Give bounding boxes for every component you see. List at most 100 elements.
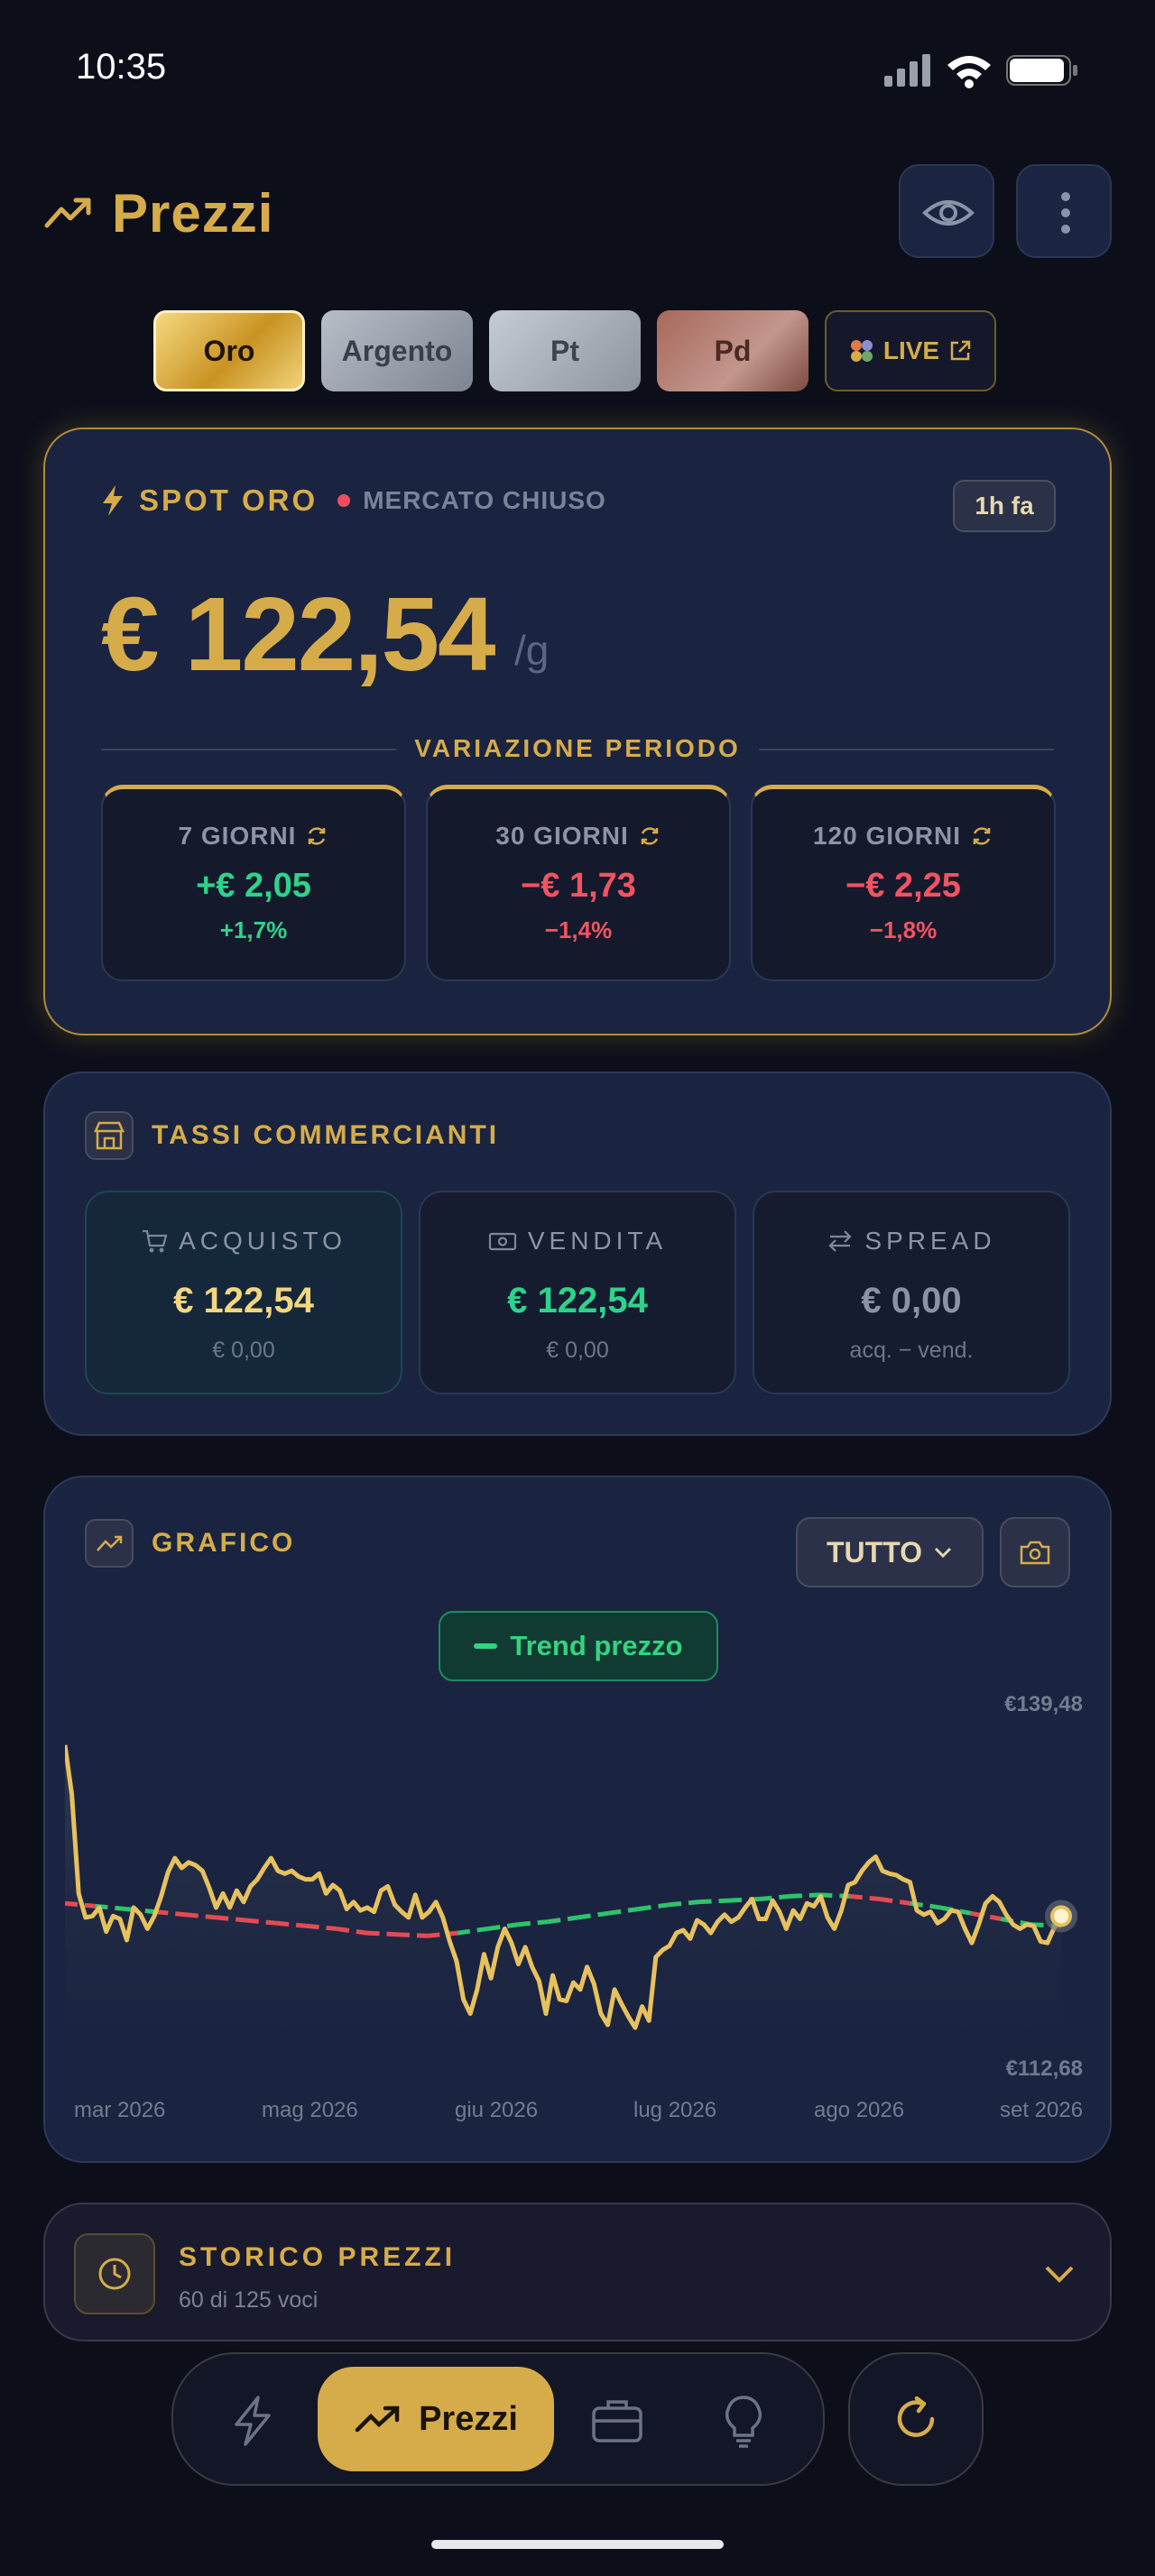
bottom-nav: Prezzi xyxy=(171,2352,825,2486)
trend-line-segment xyxy=(607,1907,639,1916)
trend-line-segment xyxy=(638,1902,670,1911)
price-unit: /g xyxy=(514,627,550,674)
swap-icon xyxy=(828,1230,852,1252)
range-dropdown[interactable]: TUTTO xyxy=(796,1517,984,1587)
spot-price: € 122,54 xyxy=(101,575,496,693)
spread-value: € 0,00 xyxy=(861,1281,962,1320)
period-pct: −1,4% xyxy=(544,916,613,943)
cart-icon xyxy=(143,1229,168,1253)
metal-tab-argento[interactable]: Argento xyxy=(321,310,473,391)
wifi-icon xyxy=(947,56,991,88)
period-30d[interactable]: 30 GIORNI −€ 1,73 −1,4% xyxy=(426,785,731,981)
rate-label: ACQUISTO xyxy=(179,1227,346,1255)
variation-label: VARIAZIONE PERIODO xyxy=(396,734,759,763)
period-label: 30 GIORNI xyxy=(495,822,629,850)
status-time: 10:35 xyxy=(76,47,167,87)
visibility-button[interactable] xyxy=(899,164,994,258)
sell-sub: € 0,00 xyxy=(546,1338,609,1363)
live-button[interactable]: LIVE xyxy=(825,310,996,391)
store-icon xyxy=(85,1111,134,1160)
external-link-icon xyxy=(950,340,971,361)
trend-line-segment xyxy=(668,1900,699,1908)
section-title: TASSI COMMERCIANTI xyxy=(152,1120,500,1150)
metal-tab-pd[interactable]: Pd xyxy=(657,310,808,391)
sell-rate: VENDITA € 122,54 € 0,00 xyxy=(419,1191,736,1394)
current-point xyxy=(1050,1905,1072,1927)
period-value: +€ 2,05 xyxy=(196,867,311,905)
metal-tab-oro[interactable]: Oro xyxy=(153,310,305,391)
period-120d[interactable]: 120 GIORNI −€ 2,25 −1,8% xyxy=(751,785,1056,981)
trend-line-segment xyxy=(457,1926,488,1936)
trend-line-segment xyxy=(698,1898,730,1905)
history-subtitle: 60 di 125 voci xyxy=(179,2287,319,2313)
rate-label: VENDITA xyxy=(527,1227,668,1255)
buy-sub: € 0,00 xyxy=(212,1338,275,1363)
refresh-icon xyxy=(309,827,326,845)
x-tick-label: mar 2026 xyxy=(74,2098,166,2122)
x-tick-label: giu 2026 xyxy=(455,2098,539,2122)
more-options-button[interactable] xyxy=(1016,164,1112,258)
more-vertical-icon xyxy=(1061,192,1070,234)
status-bar: 10:35 xyxy=(0,0,1155,135)
trending-up-icon xyxy=(355,2406,400,2433)
trend-line-segment xyxy=(517,1919,549,1927)
briefcase-icon[interactable] xyxy=(588,2392,646,2450)
x-tick-label: ago 2026 xyxy=(814,2098,905,2122)
x-tick-label: set 2026 xyxy=(1000,2098,1084,2122)
lightning-icon xyxy=(103,485,123,516)
spread-sub: acq. − vend. xyxy=(849,1338,974,1363)
rate-label: SPREAD xyxy=(864,1227,996,1255)
metal-selector: Oro Argento Pt Pd LIVE xyxy=(0,310,1155,393)
period-value: −€ 1,73 xyxy=(521,867,636,905)
x-tick-label: mag 2026 xyxy=(262,2098,358,2122)
chart-card: GRAFICO TUTTO Trend prezzo €139,48 €112,… xyxy=(43,1476,1112,2163)
sell-value: € 122,54 xyxy=(507,1281,648,1320)
refresh-button[interactable] xyxy=(848,2352,984,2486)
refresh-icon xyxy=(641,827,658,845)
live-label: LIVE xyxy=(882,336,940,364)
chart-icon xyxy=(85,1519,134,1568)
trend-label: Trend prezzo xyxy=(510,1630,683,1661)
price-history-panel[interactable]: STORICO PREZZI 60 di 125 voci xyxy=(43,2203,1112,2341)
trend-legend-swatch xyxy=(474,1643,498,1649)
chevron-down-icon[interactable] xyxy=(1040,2253,1079,2293)
period-label: 7 GIORNI xyxy=(178,822,297,850)
history-title: STORICO PREZZI xyxy=(179,2242,457,2272)
spread-rate: SPREAD € 0,00 acq. − vend. xyxy=(753,1191,1070,1394)
nav-active-label: Prezzi xyxy=(419,2399,518,2438)
trend-line-segment xyxy=(578,1910,609,1920)
palette-icon xyxy=(850,340,873,362)
trend-line-segment xyxy=(547,1915,579,1925)
nav-tab-prezzi[interactable]: Prezzi xyxy=(318,2367,554,2471)
page-title: Prezzi xyxy=(112,183,274,244)
battery-icon xyxy=(1006,55,1077,86)
buy-value: € 122,54 xyxy=(173,1281,314,1320)
market-status: MERCATO CHIUSO xyxy=(363,486,606,514)
period-label: 120 GIORNI xyxy=(812,822,962,850)
trending-up-icon xyxy=(44,198,91,228)
clock-icon xyxy=(74,2233,155,2314)
home-indicator xyxy=(431,2540,724,2549)
price-area xyxy=(65,1744,1061,2082)
price-chart[interactable] xyxy=(65,1703,1092,2082)
trend-line-segment xyxy=(789,1892,820,1899)
lightning-icon[interactable] xyxy=(224,2392,282,2450)
x-tick-label: lug 2026 xyxy=(633,2098,717,2122)
metal-tab-pt[interactable]: Pt xyxy=(489,310,641,391)
spot-title: SPOT ORO xyxy=(139,483,319,517)
eye-icon xyxy=(922,200,975,225)
banknote-icon xyxy=(488,1232,516,1251)
period-pct: −1,8% xyxy=(869,916,938,943)
period-7d[interactable]: 7 GIORNI +€ 2,05 +1,7% xyxy=(101,785,406,981)
lightbulb-icon[interactable] xyxy=(715,2392,772,2450)
refresh-icon xyxy=(897,2396,935,2437)
cellular-signal-icon xyxy=(884,54,930,87)
screenshot-button[interactable] xyxy=(1000,1517,1070,1587)
dealer-rates-card: TASSI COMMERCIANTI ACQUISTO € 122,54 € 0… xyxy=(43,1072,1112,1436)
trend-toggle[interactable]: Trend prezzo xyxy=(439,1611,718,1681)
range-value: TUTTO xyxy=(826,1535,923,1569)
spot-price-card: SPOT ORO MERCATO CHIUSO 1h fa € 122,54 /… xyxy=(43,428,1112,1035)
chevron-down-icon xyxy=(934,1547,952,1559)
period-value: −€ 2,25 xyxy=(845,867,961,905)
page-header: Prezzi xyxy=(43,162,1112,262)
